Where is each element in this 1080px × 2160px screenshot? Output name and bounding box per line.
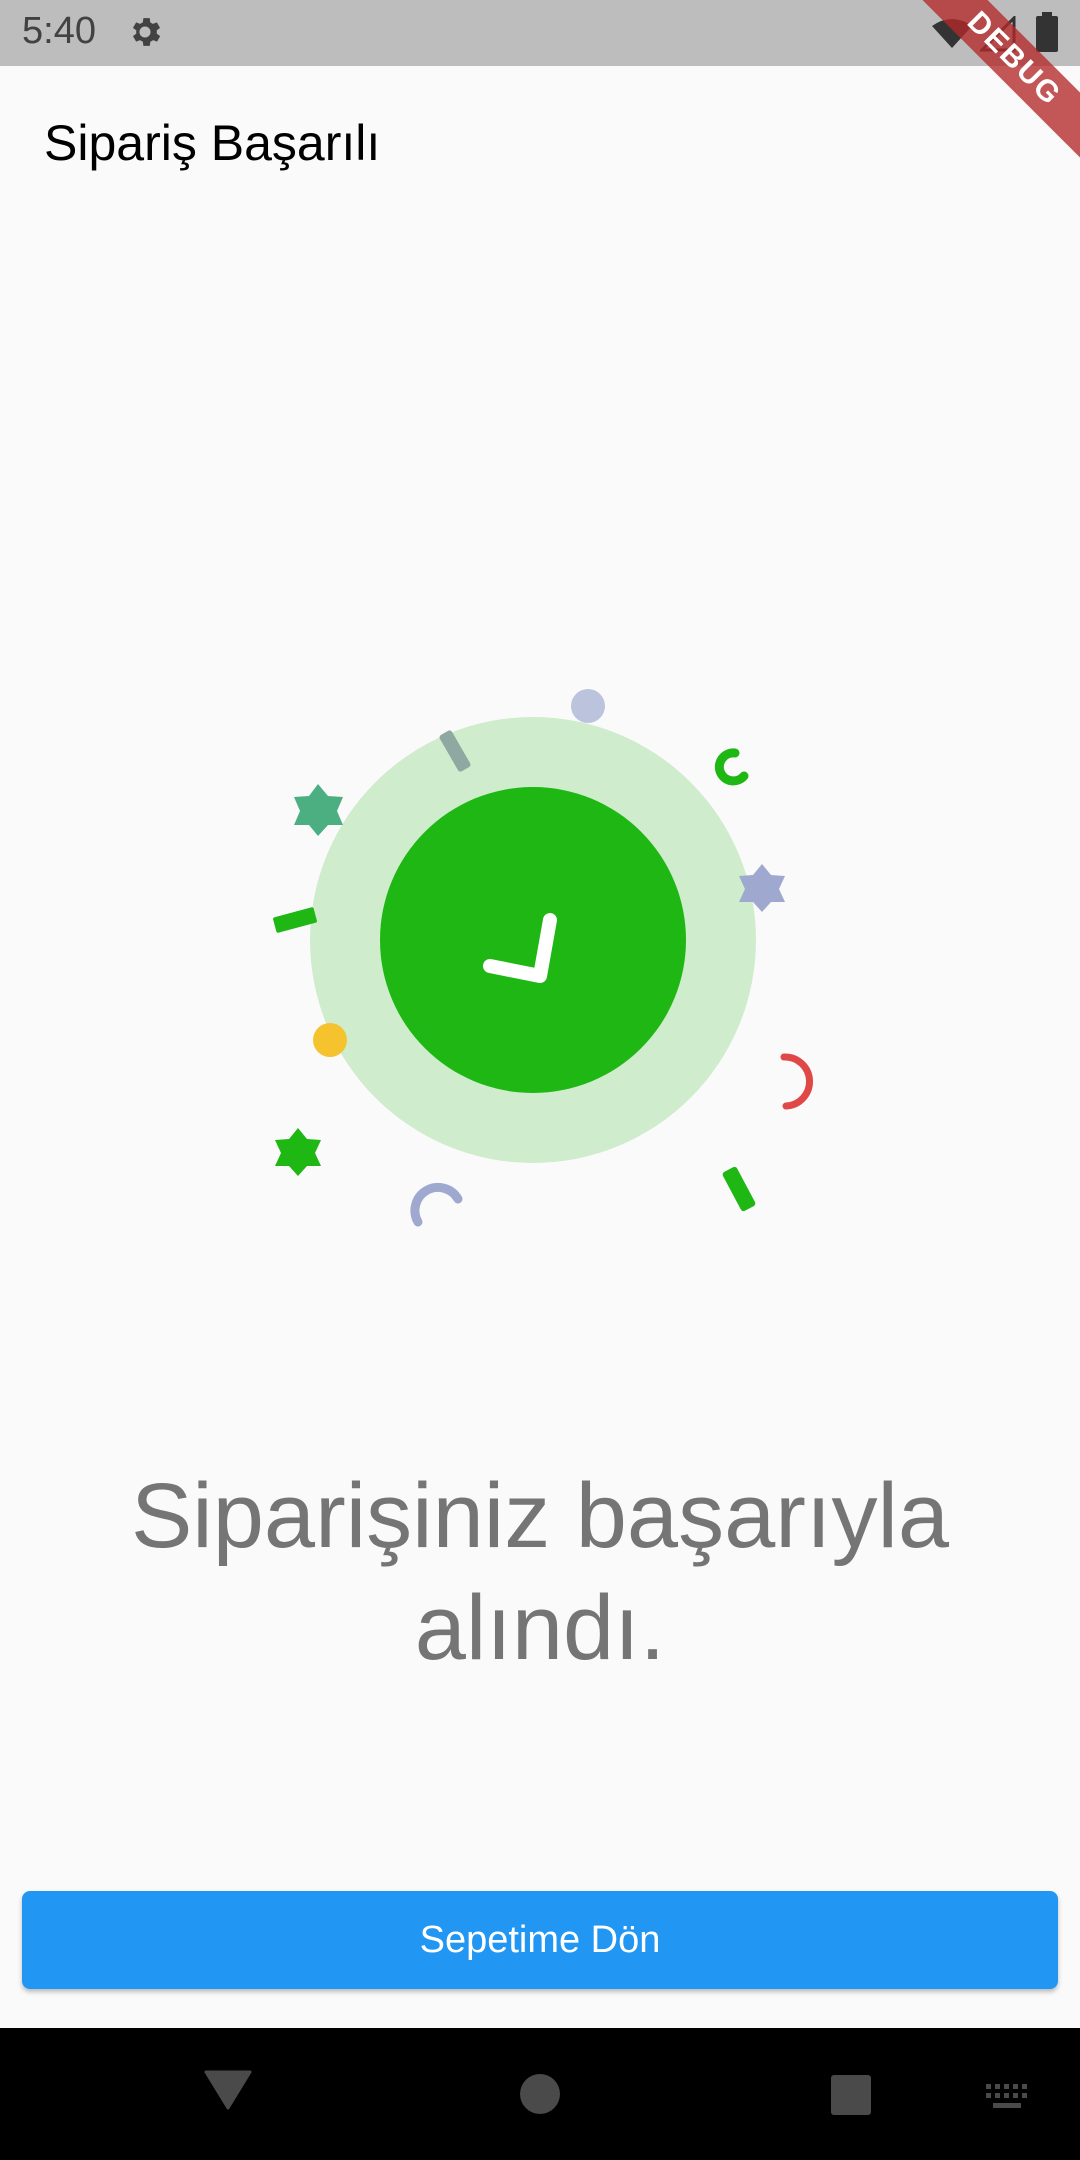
app-bar: Sipariş Başarılı [0,66,1080,220]
confetti-star-teal [294,784,343,836]
confetti-star-lavender [739,864,785,912]
confetti-star-green [275,1128,321,1176]
keyboard-icon[interactable] [984,2082,1030,2112]
success-message-line-1: Siparişiniz başarıyla [130,1465,950,1567]
page-title: Sipariş Başarılı [44,115,381,171]
debug-banner: DEBUG [920,0,1080,160]
success-message-line-2: alındı. [414,1577,666,1679]
outer-circle [310,717,756,1163]
confetti-arc-lavender [410,1182,463,1227]
success-illustration [0,0,1080,2160]
confetti-dot-lavender [571,689,605,723]
confetti-arc-red [780,1053,813,1110]
home-icon[interactable] [518,2072,562,2116]
system-nav-bar [0,2028,1080,2160]
settings-gear-icon [132,18,161,46]
success-message: Siparişiniz başarıyla alındı. [60,1460,1020,1684]
confetti-bar-grey [439,730,471,772]
confetti-arc-green [714,748,749,786]
back-to-cart-button[interactable]: Sepetime Dön [22,1891,1058,1989]
confetti-bar-green [273,907,317,933]
status-time: 5:40 [22,10,96,52]
recents-icon[interactable] [830,2074,872,2116]
inner-circle [380,787,686,1093]
confetti-bar-green-2 [722,1166,756,1212]
back-icon[interactable] [204,2068,252,2112]
screen: 5:40 DEBUG Sipariş Başarılı Siparişiniz … [0,0,1080,2160]
status-bar: 5:40 [0,0,1080,66]
confetti-dot-yellow [313,1023,347,1057]
checkmark-icon [483,913,557,983]
success-illustration-svg [273,689,813,1227]
debug-banner-wrap: DEBUG [920,0,1080,160]
